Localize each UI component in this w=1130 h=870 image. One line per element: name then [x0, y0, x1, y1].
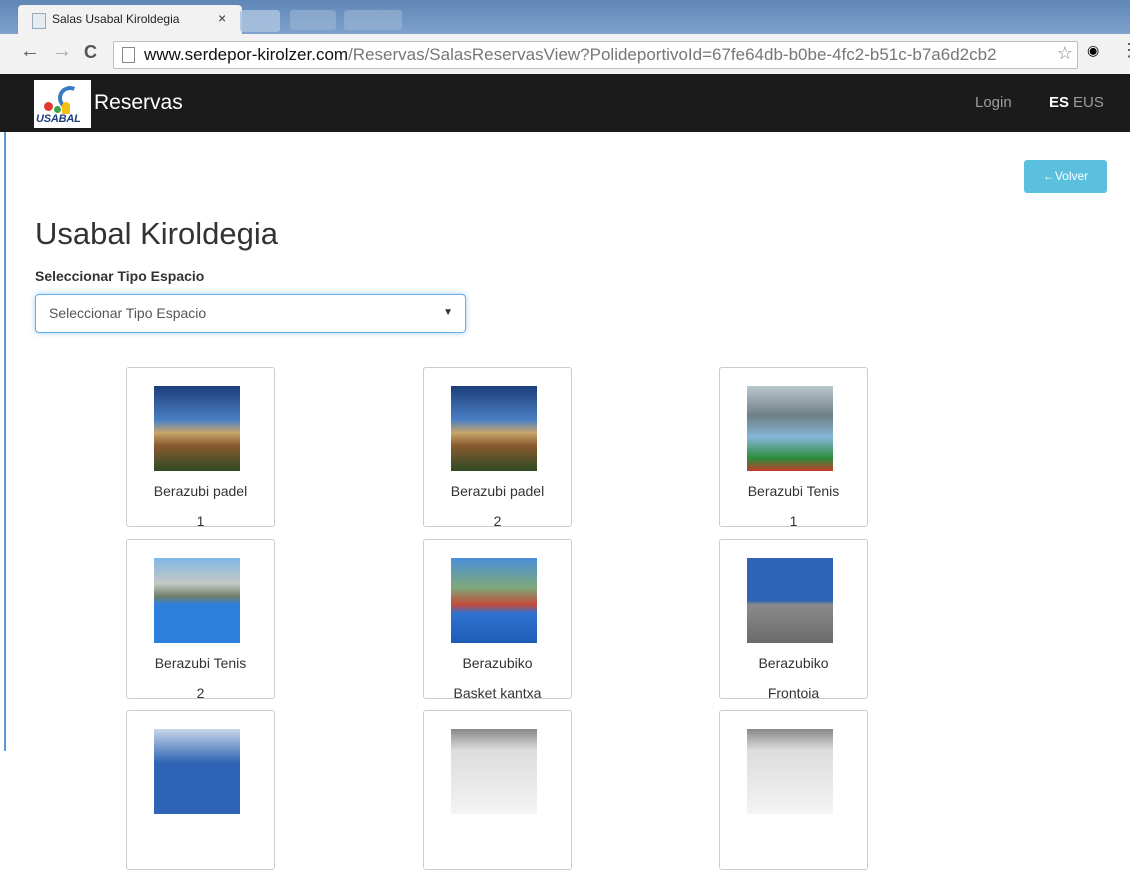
reload-icon[interactable]: C [84, 42, 97, 63]
select-label: Seleccionar Tipo Espacio [35, 268, 205, 284]
back-arrow-icon[interactable]: ← [20, 40, 40, 63]
page-favicon-icon [32, 13, 46, 29]
page-icon [122, 47, 135, 63]
chevron-down-icon: ▼ [443, 307, 453, 318]
brand-link[interactable]: Reservas [94, 91, 183, 115]
space-card-label [720, 819, 867, 849]
space-card-label: Berazubi Tenis 1 [747, 483, 840, 529]
language-eus-link[interactable]: EUS [1073, 94, 1104, 111]
indoor-hall-image [451, 729, 537, 814]
browser-tab[interactable]: Salas Usabal Kiroldegia × [18, 5, 242, 34]
tipo-espacio-select[interactable]: Seleccionar Tipo Espacio ▼ [35, 294, 466, 333]
padel-court-image [154, 386, 240, 471]
address-bar[interactable]: www.serdepor-kirolzer.com/Reservas/Salas… [113, 41, 1078, 69]
browser-toolbar: ← → C www.serdepor-kirolzer.com/Reservas… [0, 34, 1130, 75]
extension-icon[interactable]: ◉ [1087, 42, 1099, 59]
space-card-label: Berazubi padel 1 [153, 483, 248, 529]
padel-court-image [451, 386, 537, 471]
space-card-label [127, 819, 274, 849]
tennis-court-image [747, 386, 833, 471]
login-link[interactable]: Login [975, 94, 1012, 111]
tennis-court-image [154, 558, 240, 643]
indoor-hall-image [747, 729, 833, 814]
select-value: Seleccionar Tipo Espacio [49, 305, 207, 321]
site-navbar: USABAL Reservas Login ES EUS [0, 74, 1130, 132]
space-card[interactable]: Berazubi Tenis 1 [719, 367, 868, 529]
browser-tabstrip: Salas Usabal Kiroldegia × [0, 0, 1130, 34]
space-card-label [424, 819, 571, 849]
basketball-court-image [451, 558, 537, 643]
space-card[interactable] [126, 710, 275, 870]
page-title: Usabal Kiroldegia [35, 216, 278, 251]
space-card[interactable]: Berazubiko Basket kantxa [423, 539, 572, 701]
background-tab[interactable] [290, 10, 336, 30]
usabal-logo[interactable]: USABAL [34, 80, 91, 128]
space-card-label: Berazubi Tenis 2 [154, 655, 247, 701]
space-card[interactable]: Berazubiko Frontoia [719, 539, 868, 701]
browser-menu-icon[interactable]: ⋮ [1120, 40, 1130, 61]
new-tab-button[interactable] [240, 10, 280, 32]
indoor-court-image [154, 729, 240, 814]
background-tab[interactable] [344, 10, 402, 30]
volver-button[interactable]: ←Volver [1024, 160, 1107, 193]
space-card-label: Berazubiko Basket kantxa [453, 655, 542, 701]
space-card-label: Berazubiko Frontoia [758, 655, 829, 701]
tab-title: Salas Usabal Kiroldegia [52, 12, 180, 26]
tab-close-icon[interactable]: × [218, 10, 226, 26]
page-left-border [4, 132, 6, 751]
space-card-label: Berazubi padel 2 [450, 483, 545, 529]
space-card[interactable]: Berazubi padel 2 [423, 367, 572, 529]
space-card[interactable] [719, 710, 868, 870]
forward-arrow-icon[interactable]: → [52, 40, 72, 63]
language-es-link[interactable]: ES [1049, 94, 1069, 111]
fronton-image [747, 558, 833, 643]
space-card[interactable]: Berazubi padel 1 [126, 367, 275, 529]
space-card[interactable]: Berazubi Tenis 2 [126, 539, 275, 701]
url-text: www.serdepor-kirolzer.com/Reservas/Salas… [144, 45, 997, 64]
space-card[interactable] [423, 710, 572, 870]
bookmark-star-icon[interactable]: ☆ [1057, 43, 1073, 64]
